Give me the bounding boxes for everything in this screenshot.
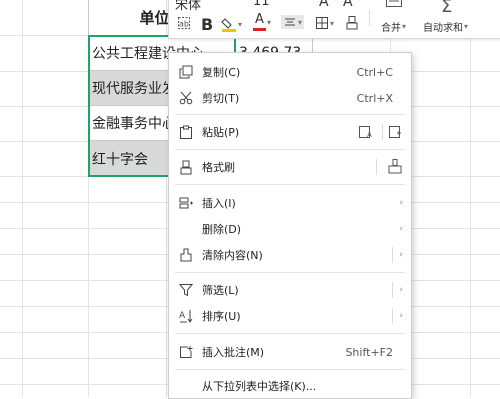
paste-text-icon[interactable]: A [358, 124, 373, 142]
menu-item-label: 清除内容(N) [202, 249, 263, 262]
chevron-right-icon: › [399, 224, 403, 234]
menu-item-label: 从下拉列表中选择(K)... [202, 380, 317, 393]
format-painter-button[interactable] [345, 15, 359, 31]
menu-separator [175, 114, 405, 115]
cut-icon [177, 89, 195, 107]
borders-button[interactable]: ▾ [315, 16, 334, 30]
chevron-down-icon: ▾ [402, 22, 407, 31]
autosum-label: 自动求和 [423, 23, 463, 34]
font-name-value: 宋体 [175, 0, 202, 13]
chevron-down-icon: ▾ [267, 18, 272, 27]
align-center-icon [285, 18, 295, 26]
autosum-button[interactable]: 自动求和 ▾ [423, 19, 468, 34]
menu-item-pick-from-list[interactable]: 从下拉列表中选择(K)... [169, 373, 411, 399]
format-painter-icon [177, 158, 195, 176]
cell-text: 金融事务中心 [92, 116, 176, 132]
menu-separator [175, 272, 405, 273]
copy-icon [177, 63, 195, 81]
svg-text:A: A [179, 311, 186, 321]
paste-special-icon[interactable] [388, 124, 403, 142]
paint-bucket-icon [221, 18, 236, 32]
menu-item-filter[interactable]: 筛选(L) › [169, 277, 411, 303]
menu-item-label: 格式刷 [202, 161, 235, 174]
bold-label: B [201, 15, 214, 34]
fill-color-button[interactable]: ▾ [221, 16, 242, 32]
chevron-right-icon: › [399, 198, 403, 208]
paste-icon [177, 123, 195, 141]
chevron-down-icon: ▾ [298, 17, 303, 27]
filter-icon [177, 281, 195, 299]
menu-item-delete[interactable]: 删除(D) › [169, 216, 411, 242]
font-color-button[interactable]: A ▾ [253, 12, 272, 31]
insert-icon [177, 194, 195, 212]
svg-text:ab: ab [179, 20, 189, 29]
menu-divider [392, 308, 393, 324]
menu-item-paste[interactable]: 粘贴(P) A [169, 119, 411, 145]
menu-item-shortcut: Shift+F2 [345, 345, 393, 359]
font-size-select[interactable]: 11 [253, 0, 270, 9]
merge-icon [385, 0, 403, 8]
chevron-right-icon: › [399, 250, 403, 260]
sigma-icon: Σ [441, 0, 453, 17]
font-color-swatch [253, 28, 266, 31]
menu-item-sort[interactable]: A 排序(U) › [169, 303, 411, 329]
menu-item-format-painter[interactable]: 格式刷 [169, 154, 411, 180]
comment-icon [177, 343, 195, 361]
menu-item-label: 插入(I) [202, 197, 236, 210]
cell-text: 红十字会 [92, 151, 148, 168]
chevron-down-icon: ▾ [238, 19, 243, 29]
menu-divider [392, 282, 393, 298]
font-color-letter: A [255, 12, 264, 27]
menu-item-insert[interactable]: 插入(I) › [169, 190, 411, 216]
menu-item-label: 排序(U) [202, 310, 241, 323]
menu-item-label: 筛选(L) [202, 284, 239, 297]
bold-button[interactable]: B [201, 15, 213, 34]
menu-separator [175, 149, 405, 150]
context-menu: 复制(C) Ctrl+C 剪切(T) Ctrl+X 粘贴(P) A 格式刷 插入… [168, 52, 412, 399]
decrease-font-icon[interactable]: A [343, 0, 353, 10]
merge-button[interactable]: 合并 ▾ [381, 19, 406, 34]
menu-divider [382, 124, 383, 140]
font-name-select[interactable]: 宋体 [175, 0, 245, 13]
menu-divider [376, 159, 377, 175]
menu-divider [392, 247, 393, 263]
mini-toolbar: 宋体 11 A A ab B ▾ A ▾ ▾ ▾ 合并 ▾ Σ 自动求和 ▾ [168, 0, 500, 39]
menu-separator [175, 333, 405, 334]
menu-separator [175, 184, 405, 185]
align-button[interactable]: ▾ [281, 15, 305, 29]
chevron-right-icon: › [399, 285, 403, 295]
chevron-down-icon: ▾ [330, 18, 335, 28]
sort-icon: A [177, 307, 195, 325]
menu-item-cut[interactable]: 剪切(T) Ctrl+X [169, 85, 411, 111]
svg-text:A: A [367, 131, 372, 139]
grid-line [22, 0, 23, 397]
menu-item-label: 剪切(T) [202, 92, 240, 105]
borders-icon [316, 17, 328, 29]
merge-label: 合并 [381, 23, 401, 34]
format-painter-lock-icon[interactable] [387, 158, 403, 177]
grid-line [470, 0, 471, 397]
menu-item-label: 删除(D) [202, 223, 242, 236]
menu-item-label: 粘贴(P) [202, 126, 240, 139]
menu-item-shortcut: Ctrl+C [356, 65, 393, 79]
menu-item-copy[interactable]: 复制(C) Ctrl+C [169, 59, 411, 85]
style-icon[interactable]: ab [177, 16, 191, 30]
chevron-right-icon: › [399, 311, 403, 321]
menu-item-label: 复制(C) [202, 66, 241, 79]
menu-item-shortcut: Ctrl+X [356, 91, 393, 105]
menu-item-label: 插入批注(M) [202, 346, 265, 359]
menu-item-clear-contents[interactable]: 清除内容(N) › [169, 242, 411, 268]
format-painter-icon [346, 16, 358, 30]
menu-separator [175, 369, 405, 370]
toolbar-divider [369, 10, 370, 26]
menu-item-insert-comment[interactable]: 插入批注(M) Shift+F2 [169, 339, 411, 365]
font-size-value: 11 [253, 0, 270, 9]
chevron-down-icon: ▾ [464, 22, 469, 31]
increase-font-icon[interactable]: A [319, 0, 329, 10]
clear-icon [177, 246, 195, 264]
